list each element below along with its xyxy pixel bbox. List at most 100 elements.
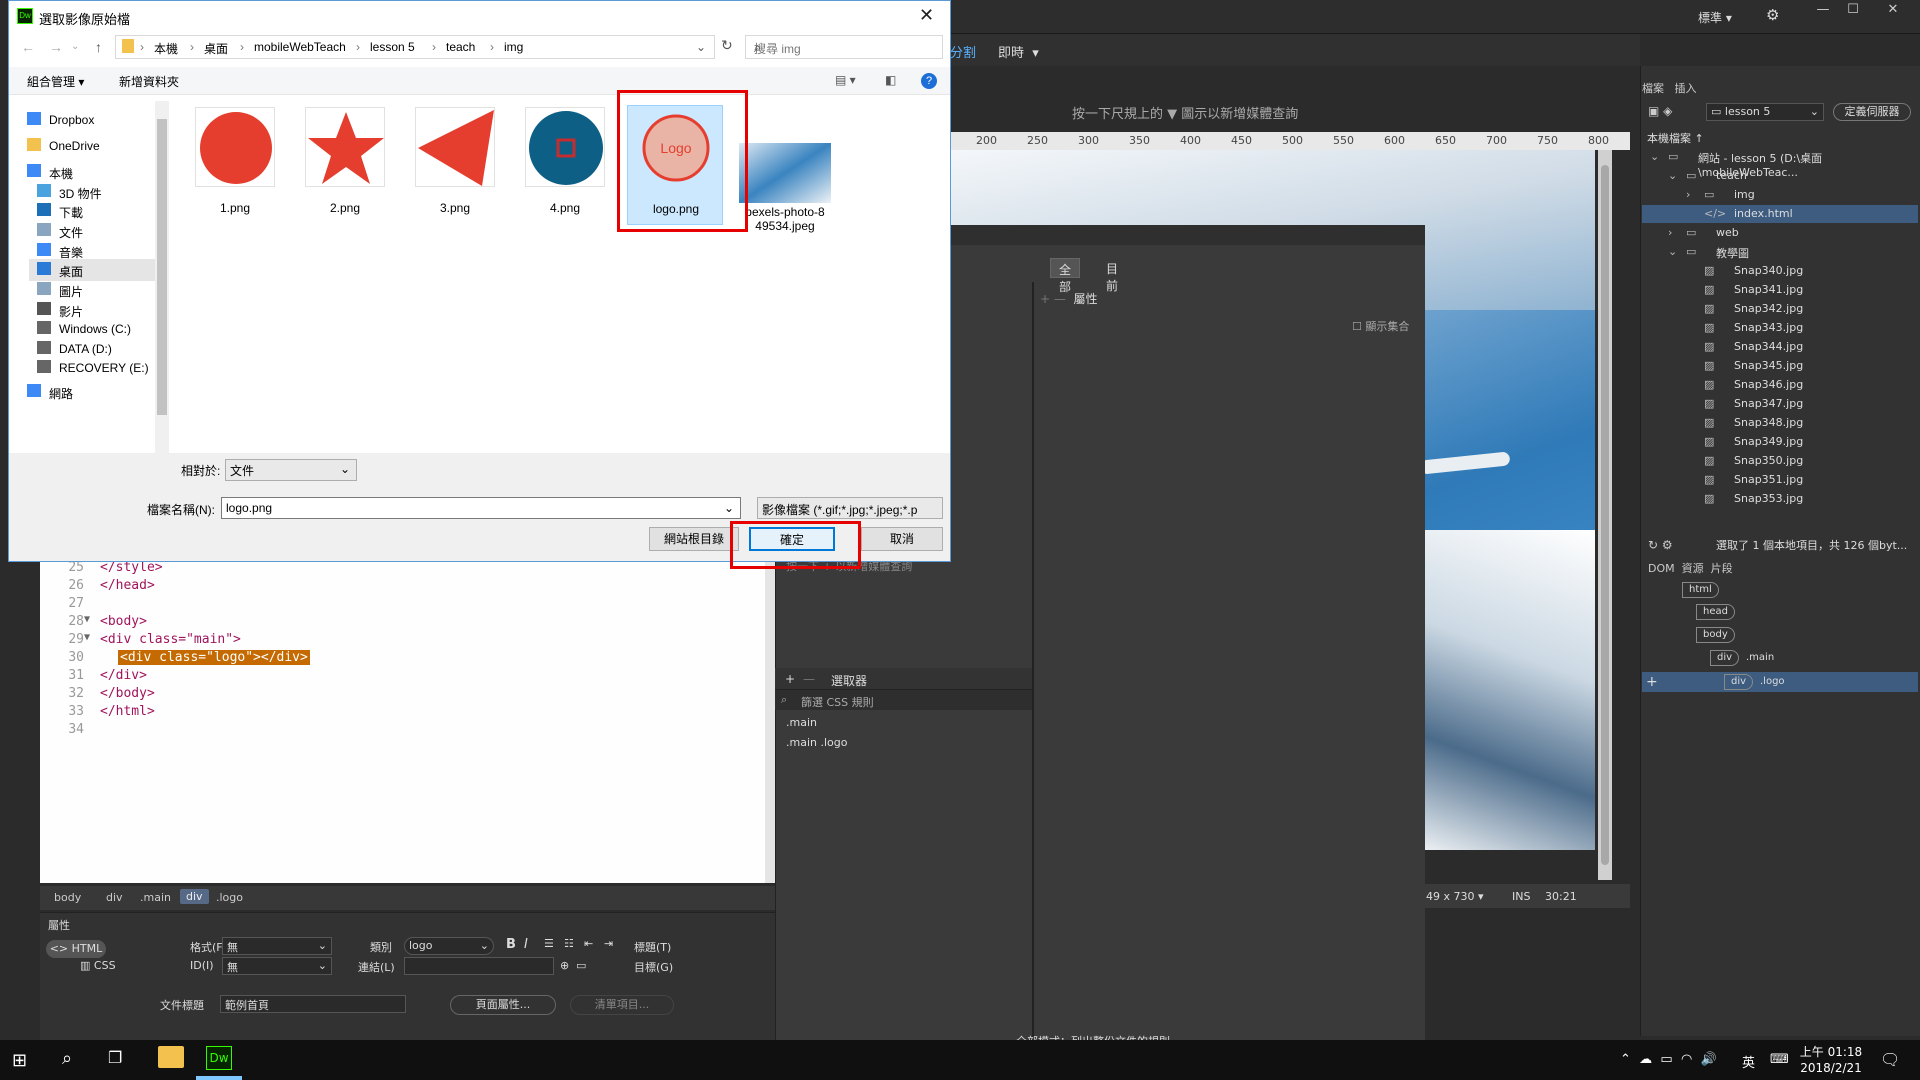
site-root-button[interactable]: 網站根目錄 [649,527,739,551]
help-icon[interactable]: ? [921,73,937,89]
file-tree-row[interactable]: ▨ Snap343.jpg [1642,319,1918,337]
id-select[interactable]: 無 ⌄ [222,957,332,975]
gear-icon[interactable]: ⚙ [1766,6,1779,24]
up-arrow-icon[interactable]: ↑ [95,39,102,55]
code-line[interactable]: 34 [40,722,760,740]
fold-icon[interactable]: ▼ [84,632,90,643]
define-server-button[interactable]: 定義伺服器 [1833,103,1911,121]
add-property-icon[interactable]: + — [1040,292,1066,306]
tag-div-selected[interactable]: div [180,889,209,904]
file-tree-row[interactable]: ▨ Snap350.jpg [1642,452,1918,470]
outdent-icon[interactable]: ⇤ [584,937,593,950]
nav-item[interactable]: 網路 [19,381,145,403]
tab-insert[interactable]: 插入 [1675,82,1697,95]
file-tree-row[interactable]: ▨ Snap347.jpg [1642,395,1918,413]
workspace-switcher[interactable]: 標準 ▾ [1698,9,1732,26]
windows-start-icon[interactable]: ⊞ [12,1050,27,1071]
doc-title-input[interactable]: 範例首頁 [220,995,406,1013]
code-line[interactable]: 28 ▼ <body> [40,614,760,632]
page-properties-button[interactable]: 頁面屬性... [450,995,556,1015]
breadcrumb-desktop[interactable]: 桌面 [204,40,228,57]
maximize-icon[interactable]: ☐ [1838,0,1868,22]
view-options-icon[interactable]: ▤ ▾ [835,73,856,87]
scrollbar-thumb[interactable] [1601,165,1609,865]
chevron-icon[interactable]: ⌄ [1668,169,1677,182]
file-tree-row[interactable]: › ▭ web [1642,224,1918,242]
file-tree-row[interactable]: </> index.html [1642,205,1918,223]
file-item[interactable]: 2.png [297,105,393,225]
code-editor[interactable]: 25 </style> 26 </head> 27 28 ▼ <body> 29 ▼ <div cl… [40,558,765,883]
tag-div[interactable]: div [106,891,123,904]
html-mode-button[interactable]: <> HTML [46,940,106,958]
refresh-icon[interactable]: ↻ [721,37,741,59]
filetype-select[interactable]: 影像檔案 (*.gif;*.jpg;*.jpeg;*.p [757,497,943,519]
chevron-icon[interactable]: ⌄ [1650,150,1659,163]
breadcrumb-mobilewebteach[interactable]: mobileWebTeach [254,40,346,54]
clock-date[interactable]: 2018/2/21 [1796,1061,1866,1075]
site-select[interactable]: ▭ lesson 5 ⌄ [1706,103,1824,121]
tab-current[interactable]: 目前 [1098,258,1126,293]
code-line[interactable]: 25 </style> [40,560,760,578]
preview-pane-icon[interactable]: ◧ [885,73,896,87]
tag-body[interactable]: body [54,891,81,904]
dom-node-div-logo[interactable]: div [1724,674,1754,690]
indent-icon[interactable]: ⇥ [604,937,613,950]
chevron-icon[interactable]: ⌄ [1668,245,1677,258]
file-tree-row[interactable]: ▨ Snap341.jpg [1642,281,1918,299]
point-to-file-icon[interactable]: ⊕ [560,959,569,972]
local-files-header[interactable]: 本機檔案 ↑ [1647,130,1704,146]
new-folder-button[interactable]: 新增資料夾 [119,73,179,90]
organize-button[interactable]: 組合管理 ▾ [27,73,84,90]
show-set-checkbox[interactable]: ☐ 顯示集合 [1352,318,1409,334]
recent-chevron-icon[interactable]: ⌄ [71,41,79,52]
file-tree-row[interactable]: ▨ Snap349.jpg [1642,433,1918,451]
chevron-down-icon[interactable]: ⌄ [696,40,706,54]
file-tree-row[interactable]: › ▭ img [1642,186,1918,204]
file-tree-row[interactable]: ▨ Snap346.jpg [1642,376,1918,394]
file-tree-row[interactable]: ▨ Snap340.jpg [1642,262,1918,280]
file-tree-row[interactable]: ⌄ ▭ 教學圖 [1642,243,1918,261]
close-icon[interactable]: ✕ [1868,0,1918,22]
forward-arrow-icon[interactable]: → [49,39,63,55]
code-line[interactable]: 33 </html> [40,704,760,722]
live-view-button[interactable]: 即時 ▾ [998,42,1039,61]
ime-indicator[interactable]: 英 [1742,1052,1755,1071]
link-input[interactable] [404,957,554,975]
code-line[interactable]: 29 ▼ <div class="main"> [40,632,760,650]
nav-scrollbar-thumb[interactable] [157,119,167,415]
clock-time[interactable]: 上午 01:18 [1796,1043,1866,1060]
file-tree-row[interactable]: ▨ Snap345.jpg [1642,357,1918,375]
code-line[interactable]: 32 </body> [40,686,760,704]
list-item-button[interactable]: 清單項目... [570,995,674,1015]
selector-main-logo[interactable]: .main .logo [786,736,847,749]
file-item[interactable]: 4.png [517,105,613,225]
notification-icon[interactable]: 🗨 [1880,1050,1900,1069]
nav-item[interactable]: OneDrive [19,135,145,157]
filter-css-input[interactable]: ⌕ 篩選 CSS 規則 [775,690,1032,710]
ordered-list-icon[interactable]: ☷ [564,937,574,950]
file-explorer-icon[interactable] [158,1046,184,1068]
tab-assets[interactable]: 資源 [1682,562,1704,575]
file-item[interactable]: 1.png [187,105,283,225]
tag-logo-class[interactable]: .logo [216,891,243,904]
browse-folder-icon[interactable]: ▭ [576,959,586,972]
code-line[interactable]: 31 </div> [40,668,760,686]
nav-item[interactable]: Dropbox [19,109,145,131]
tab-all[interactable]: 全部 [1050,258,1081,294]
bold-button[interactable]: B [506,937,516,952]
unordered-list-icon[interactable]: ☰ [544,937,554,950]
file-item[interactable]: 3.png [407,105,503,225]
file-tree-row[interactable]: ▨ Snap353.jpg [1642,490,1918,508]
search-icon[interactable]: ⌕ [62,1048,72,1069]
refresh-icon[interactable]: ↻ ⚙ [1648,538,1673,552]
breadcrumb-teach[interactable]: teach [446,40,475,54]
nav-item[interactable]: 文件 [29,220,155,242]
add-selector-icon[interactable]: + [785,672,795,686]
tab-snippets[interactable]: 片段 [1711,562,1733,575]
code-line[interactable]: 26 </head> [40,578,760,596]
file-tree-row[interactable]: ▨ Snap342.jpg [1642,300,1918,318]
dom-node-head[interactable]: head [1696,604,1735,620]
keyboard-icon[interactable]: ⌨ [1770,1052,1789,1067]
minimize-icon[interactable]: — [1808,0,1838,22]
file-tree-row[interactable]: ⌄ ▭ 網站 - lesson 5 (D:\桌面\mobileWebTeac... [1642,148,1918,179]
